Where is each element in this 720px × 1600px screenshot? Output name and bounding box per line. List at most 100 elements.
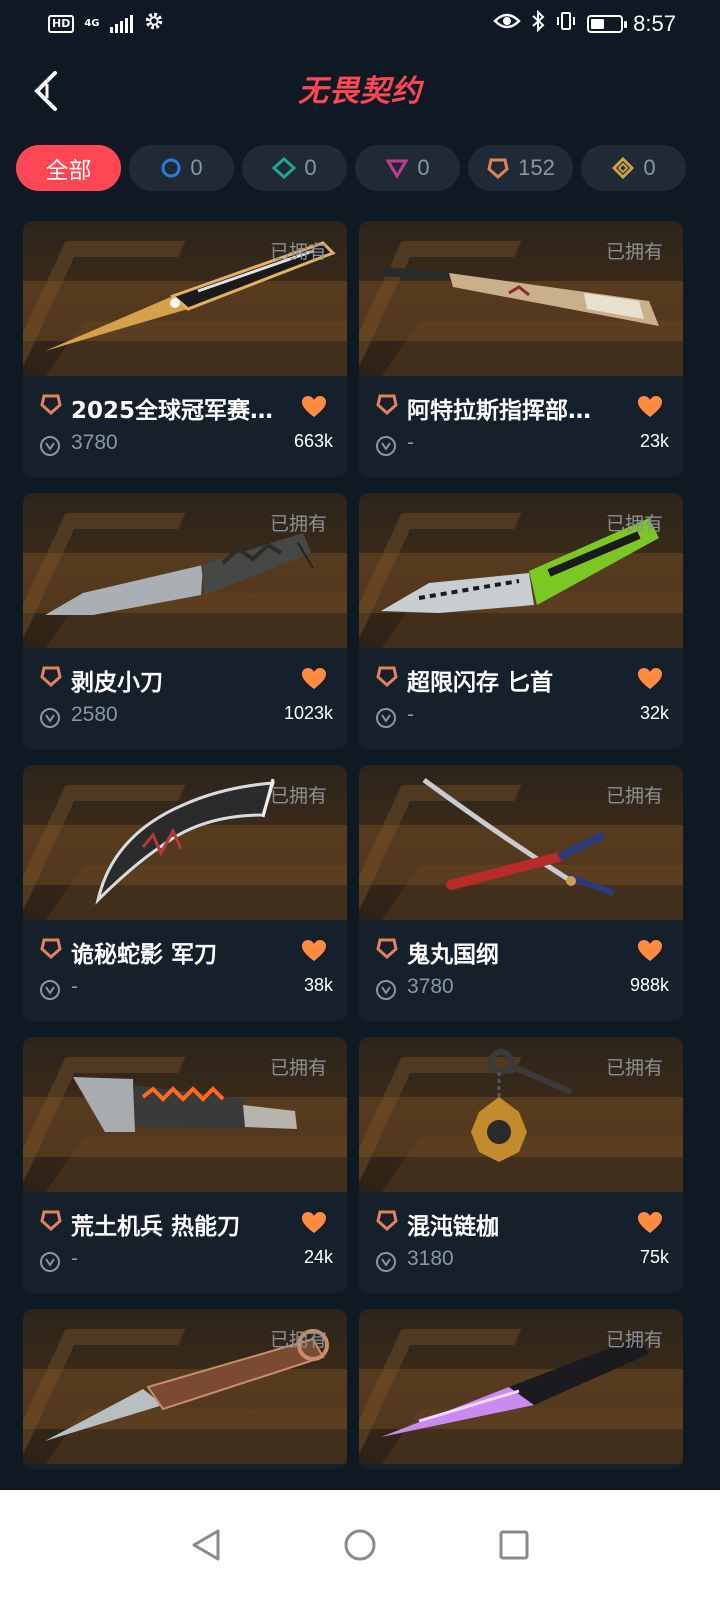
like-count: 32k xyxy=(639,703,669,723)
skin-price: 3780 xyxy=(71,431,118,454)
skin-image: 已拥有 xyxy=(23,1309,347,1464)
skin-card[interactable]: 已拥有 剥皮小刀 2580 1023k xyxy=(23,493,347,749)
owned-label: 已拥有 xyxy=(269,1057,327,1079)
filter-select-tier[interactable]: 0 xyxy=(129,145,234,191)
vp-currency-icon xyxy=(376,1252,396,1272)
bluetooth-icon xyxy=(531,9,545,38)
skin-name: 鬼丸国纲 xyxy=(407,942,499,968)
vp-currency-icon xyxy=(40,708,60,728)
filter-count: 0 xyxy=(190,155,203,180)
nav-home-button[interactable] xyxy=(342,1527,378,1563)
heart-icon[interactable] xyxy=(637,395,663,419)
skin-image: 已拥有 xyxy=(359,1037,683,1192)
skin-image: 已拥有 xyxy=(359,1309,683,1464)
square-recents-icon xyxy=(499,1530,529,1560)
skin-price: - xyxy=(407,431,414,454)
circle-home-icon xyxy=(344,1529,376,1561)
pentagon-tier-icon xyxy=(487,158,509,179)
skin-card[interactable]: 已拥有 诡秘蛇影 军刀 - 38k xyxy=(23,765,347,1021)
circle-tier-icon xyxy=(161,158,181,178)
triangle-back-icon xyxy=(192,1529,220,1561)
filter-count: 0 xyxy=(417,155,430,180)
skin-card[interactable]: 已拥有 xyxy=(23,1309,347,1469)
heart-icon[interactable] xyxy=(301,667,327,691)
heart-icon[interactable] xyxy=(637,667,663,691)
heart-icon[interactable] xyxy=(637,1211,663,1235)
skin-card[interactable]: 已拥有 超限闪存 匕首 - 32k xyxy=(359,493,683,749)
status-bar: HD 4G 8:57 xyxy=(0,0,720,48)
tier-filter-bar: 全部 0 0 0 152 0 xyxy=(16,145,706,191)
skin-name: 2025全球冠军赛… xyxy=(71,398,274,424)
owned-label: 已拥有 xyxy=(605,241,663,263)
skin-price: 2580 xyxy=(71,703,118,726)
like-count: 663k xyxy=(293,431,333,451)
skin-price: 3780 xyxy=(407,975,454,998)
skin-card[interactable]: 已拥有 混沌链枷 3180 75k xyxy=(359,1037,683,1293)
vp-currency-icon xyxy=(376,980,396,1000)
like-count: 23k xyxy=(639,431,669,451)
skin-image: 已拥有 xyxy=(359,493,683,648)
skin-card[interactable]: 已拥有 荒土机兵 热能刀 - 24k xyxy=(23,1037,347,1293)
owned-label: 已拥有 xyxy=(605,1329,663,1351)
filter-ultra-tier[interactable]: 0 xyxy=(581,145,686,191)
like-count: 988k xyxy=(629,975,669,995)
rhombus-tier-icon xyxy=(612,157,635,179)
vp-currency-icon xyxy=(40,436,60,456)
like-count: 24k xyxy=(303,1247,333,1267)
heart-icon[interactable] xyxy=(301,395,327,419)
vp-currency-icon xyxy=(376,708,396,728)
skin-card[interactable]: 已拥有 鬼丸国纲 3780 988k xyxy=(359,765,683,1021)
diamond-tier-icon xyxy=(272,157,297,179)
pentagon-tier-icon xyxy=(40,938,62,959)
nav-back-button[interactable] xyxy=(188,1527,224,1563)
skin-price: - xyxy=(71,975,78,998)
filter-deluxe-tier[interactable]: 0 xyxy=(242,145,347,191)
skin-name: 阿特拉斯指挥部… xyxy=(407,398,591,424)
pentagon-tier-icon xyxy=(376,1210,398,1231)
skin-price: - xyxy=(71,1247,78,1270)
like-count: 38k xyxy=(303,975,333,995)
skin-card[interactable]: 已拥有 2025全球冠军赛… 3780 663k xyxy=(23,221,347,477)
owned-label: 已拥有 xyxy=(269,785,327,807)
skin-name: 混沌链枷 xyxy=(407,1214,499,1240)
network-type: 4G xyxy=(84,18,100,29)
owned-label: 已拥有 xyxy=(269,241,327,263)
triangle-tier-icon xyxy=(385,159,410,179)
pentagon-tier-icon xyxy=(40,666,62,687)
filter-premium-tier[interactable]: 0 xyxy=(355,145,460,191)
owned-label: 已拥有 xyxy=(269,1329,327,1351)
skin-name: 荒土机兵 热能刀 xyxy=(71,1214,241,1240)
hd-indicator: HD xyxy=(48,15,75,33)
skin-image: 已拥有 xyxy=(23,221,347,376)
owned-label: 已拥有 xyxy=(605,1057,663,1079)
skin-card[interactable]: 已拥有 阿特拉斯指挥部… - 23k xyxy=(359,221,683,477)
like-count: 75k xyxy=(639,1247,669,1267)
skin-name: 诡秘蛇影 军刀 xyxy=(71,942,218,968)
filter-all[interactable]: 全部 xyxy=(16,145,121,191)
filter-count: 0 xyxy=(304,155,317,180)
pentagon-tier-icon xyxy=(376,394,398,415)
vp-currency-icon xyxy=(40,1252,60,1272)
skin-name: 剥皮小刀 xyxy=(71,670,163,696)
filter-exclusive-tier[interactable]: 152 xyxy=(468,145,573,191)
owned-label: 已拥有 xyxy=(269,513,327,535)
vibrate-icon xyxy=(555,10,577,38)
pentagon-tier-icon xyxy=(40,1210,62,1231)
nav-recents-button[interactable] xyxy=(496,1527,532,1563)
owned-label: 已拥有 xyxy=(605,785,663,807)
battery-icon xyxy=(587,15,628,33)
skin-card[interactable]: 已拥有 xyxy=(359,1309,683,1469)
skin-name: 超限闪存 匕首 xyxy=(407,670,554,696)
skin-image: 已拥有 xyxy=(359,221,683,376)
skin-price: - xyxy=(407,703,414,726)
system-nav-bar xyxy=(0,1490,720,1600)
vp-currency-icon xyxy=(40,980,60,1000)
eye-icon xyxy=(493,11,521,37)
heart-icon[interactable] xyxy=(301,939,327,963)
signal-icon xyxy=(109,15,133,33)
heart-icon[interactable] xyxy=(637,939,663,963)
skin-image: 已拥有 xyxy=(359,765,683,920)
heart-icon[interactable] xyxy=(301,1211,327,1235)
filter-count: 0 xyxy=(643,155,656,180)
weapon-skin-grid: 已拥有 2025全球冠军赛… 3780 663k 已拥有 阿特拉斯指挥部… - … xyxy=(23,221,697,1469)
